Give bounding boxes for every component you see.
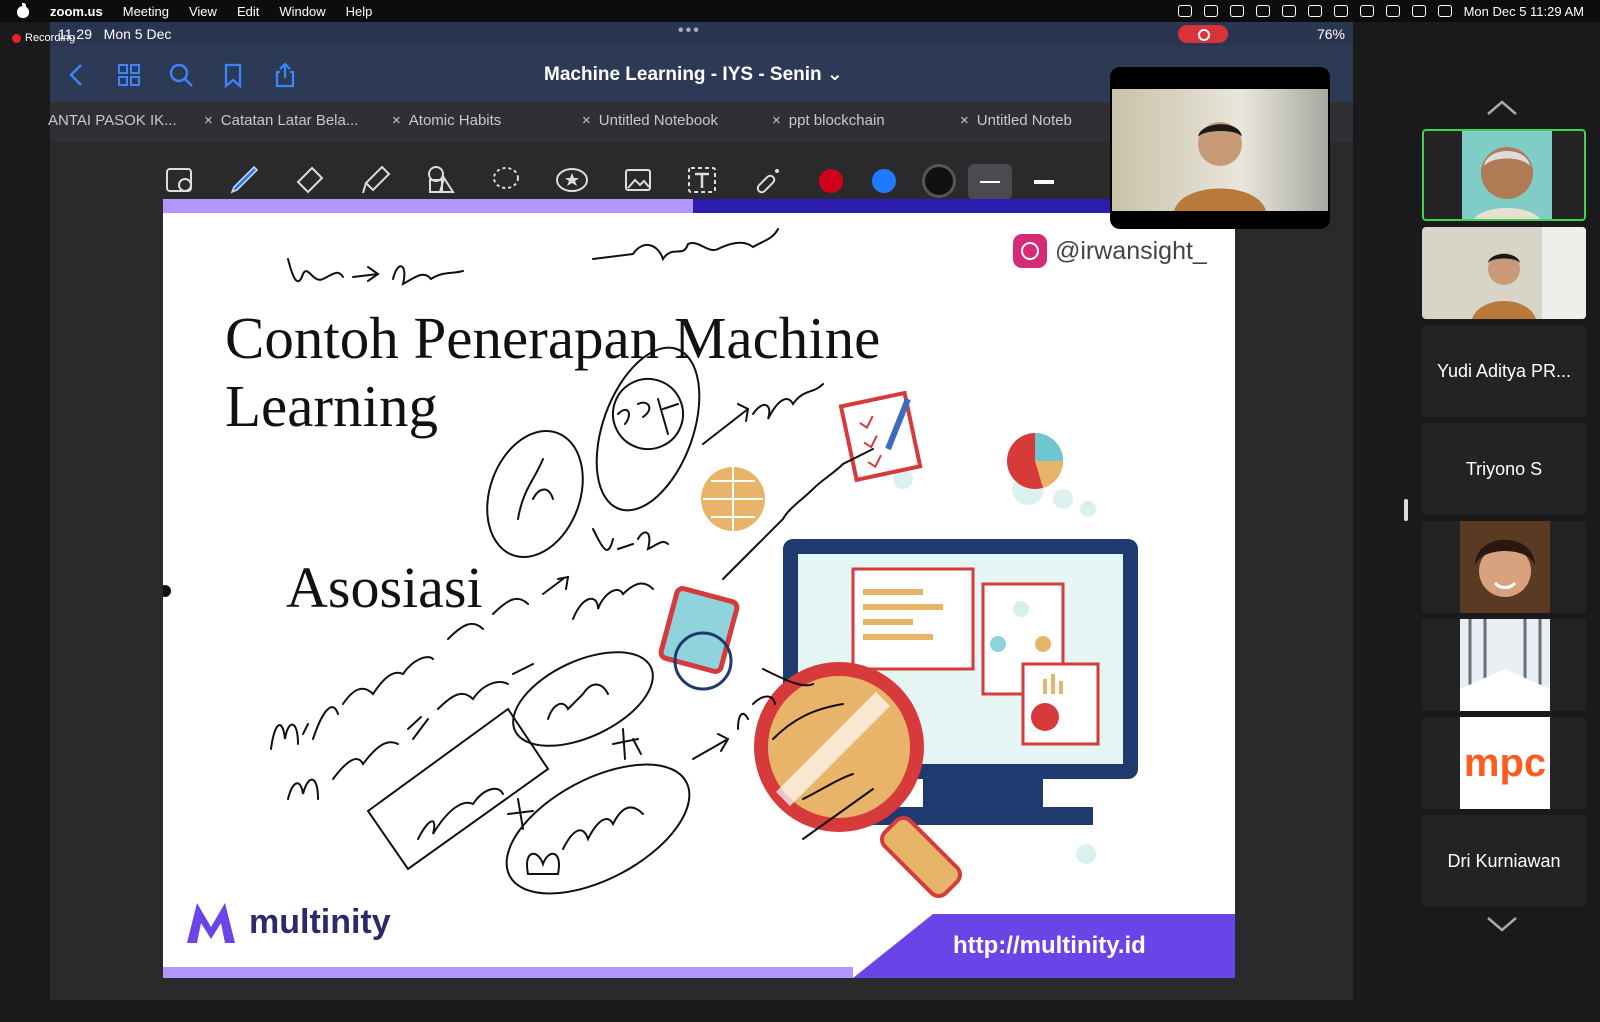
apple-icon[interactable] (16, 3, 30, 19)
recording-indicator[interactable]: Recording (12, 32, 75, 44)
participant-tile[interactable]: Dri Kurniawan (1422, 815, 1586, 907)
participant-tile[interactable] (1422, 619, 1586, 711)
participant-tile[interactable]: mpc (1422, 717, 1586, 809)
control-center-icon[interactable] (1411, 5, 1426, 17)
participant-video (1460, 521, 1550, 613)
multinity-brand: multinity (183, 899, 391, 945)
laser-pointer-icon[interactable] (750, 162, 786, 198)
menu-view[interactable]: View (189, 4, 217, 19)
participant-name: Triyono S (1465, 458, 1543, 479)
search-icon[interactable] (1385, 5, 1400, 17)
stroke-thick-button[interactable] (1022, 164, 1066, 200)
participant-tile[interactable]: Yudi Aditya PR... (1422, 325, 1586, 417)
pen-icon[interactable] (1255, 5, 1270, 17)
close-icon[interactable]: × (582, 112, 591, 129)
app-menu-zoom[interactable]: zoom.us (50, 4, 103, 19)
zoom-window-icon[interactable] (162, 162, 198, 198)
recording-dot-icon (12, 33, 21, 43)
tab-untitled-notebook-2[interactable]: × Untitled Noteb (960, 112, 1072, 129)
ipad-battery: 76% (1316, 26, 1345, 42)
stroke-thin-button[interactable] (968, 164, 1012, 200)
display-icon[interactable] (1203, 5, 1218, 17)
macos-menu-bar: zoom.us Meeting View Edit Window Help Mo… (0, 0, 1600, 22)
ipad-status-bar: 11.29 Mon 5 Dec ••• 76% (50, 22, 1353, 46)
multitask-dots-icon[interactable]: ••• (678, 22, 701, 40)
recording-label: Recording (25, 32, 76, 44)
chevron-up-icon[interactable] (1486, 100, 1518, 116)
tab-catatan[interactable]: × Catatan Latar Bela... (204, 112, 358, 129)
presenter-video[interactable] (1110, 67, 1330, 229)
menu-window[interactable]: Window (279, 4, 325, 19)
grid-icon[interactable] (116, 62, 142, 88)
participant-video (1422, 227, 1586, 319)
siri-icon[interactable] (1437, 5, 1452, 17)
participant-video (1462, 131, 1552, 219)
slide-url: http://multinity.id (953, 932, 1146, 959)
close-icon[interactable]: × (772, 112, 781, 129)
tab-atomic-habits[interactable]: × Atomic Habits (392, 112, 501, 129)
cloud-icon[interactable] (1229, 5, 1244, 17)
sticker-tool-icon[interactable] (554, 162, 590, 198)
text-tool-icon[interactable] (684, 162, 720, 198)
participant-sidebar: Yudi Aditya PR... Triyono S mpc Dri Kurn… (1420, 44, 1600, 1022)
participant-name: Yudi Aditya PR... (1436, 360, 1572, 381)
tab-ppt-blockchain[interactable]: × ppt blockchain (772, 112, 885, 129)
participant-tile[interactable]: Triyono S (1422, 423, 1586, 515)
multinity-logo-icon (183, 899, 239, 945)
battery-icon[interactable] (1333, 5, 1348, 17)
highlighter-tool-icon[interactable] (358, 162, 394, 198)
bookmark-icon[interactable] (220, 62, 246, 89)
participant-logo: mpc (1460, 717, 1550, 809)
participant-tile[interactable] (1422, 521, 1586, 613)
participant-name: Dri Kurniawan (1447, 850, 1561, 871)
color-black-swatch[interactable] (922, 164, 956, 198)
wifi-icon[interactable] (1359, 5, 1374, 17)
menubar-clock[interactable]: Mon Dec 5 11:29 AM (1464, 4, 1584, 19)
eraser-tool-icon[interactable] (292, 162, 328, 198)
color-red-swatch[interactable] (819, 169, 843, 193)
volume-icon[interactable] (1281, 5, 1296, 17)
tab-rantai-pasok[interactable]: ANTAI PASOK IK... (48, 112, 177, 129)
participant-tile[interactable] (1422, 227, 1586, 319)
close-icon[interactable]: × (960, 112, 969, 129)
menu-help[interactable]: Help (346, 4, 373, 19)
image-tool-icon[interactable] (620, 162, 656, 198)
back-icon[interactable] (64, 62, 90, 88)
instagram-icon (1013, 234, 1047, 268)
color-blue-swatch[interactable] (872, 169, 896, 193)
screen-record-icon (1178, 25, 1228, 43)
participant-image (1460, 619, 1550, 711)
tab-untitled-notebook[interactable]: × Untitled Notebook (582, 112, 718, 129)
close-icon[interactable]: × (392, 112, 401, 129)
bluetooth-icon[interactable] (1307, 5, 1322, 17)
search-icon[interactable] (168, 62, 194, 88)
menu-edit[interactable]: Edit (237, 4, 259, 19)
share-icon[interactable] (272, 62, 298, 88)
slide-subtitle: Asosiasi (286, 555, 483, 620)
menu-meeting[interactable]: Meeting (123, 4, 169, 19)
participant-tile[interactable] (1422, 129, 1586, 221)
instagram-handle: @irwansight_ (1013, 234, 1207, 268)
pen-tool-icon[interactable] (226, 162, 262, 198)
slide-bottom-band (163, 967, 853, 978)
sidebar-resize-handle[interactable] (1404, 499, 1408, 521)
slide-page[interactable]: @irwansight_ Contoh Penerapan Machine Le… (163, 199, 1235, 978)
shapes-tool-icon[interactable] (422, 162, 458, 198)
close-icon[interactable]: × (204, 112, 213, 129)
notebook-title[interactable]: Machine Learning - IYS - Senin ⌄ (544, 63, 843, 86)
chevron-down-icon[interactable] (1486, 916, 1518, 932)
stop-icon[interactable] (1177, 5, 1192, 17)
slide-title: Contoh Penerapan Machine Learning (225, 305, 881, 439)
lasso-tool-icon[interactable] (488, 162, 524, 198)
zoom-meeting-window: Recording 11.29 Mon 5 Dec ••• 76% Machin… (0, 22, 1600, 1000)
presenter-video-frame (1112, 89, 1328, 211)
